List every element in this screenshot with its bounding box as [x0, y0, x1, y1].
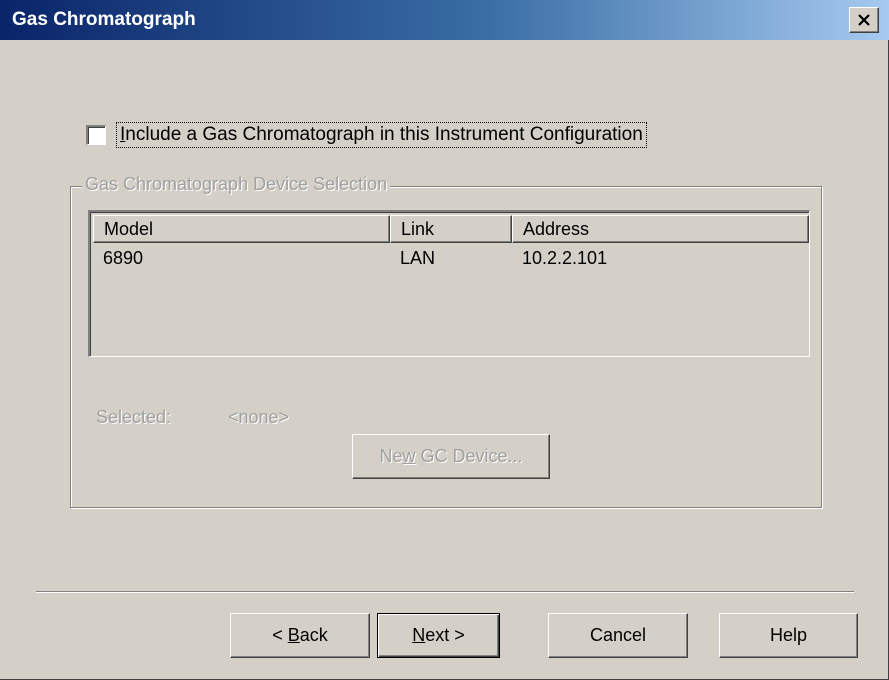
include-gc-label[interactable]: Include a Gas Chromatograph in this Inst… — [116, 122, 647, 148]
close-icon — [858, 14, 870, 26]
title-bar[interactable]: Gas Chromatograph — [0, 0, 889, 40]
window-title: Gas Chromatograph — [12, 9, 196, 30]
device-selection-legend: Gas Chromatograph Device Selection — [82, 174, 391, 195]
device-list-header: Model Link Address — [93, 215, 809, 243]
cancel-button[interactable]: Cancel — [548, 613, 688, 658]
help-button[interactable]: Help — [719, 613, 858, 658]
cell-address: 10.2.2.101 — [522, 248, 608, 268]
footer-separator — [36, 591, 854, 593]
selected-label: Selected: — [96, 407, 172, 427]
cell-link: LAN — [400, 248, 436, 268]
table-row[interactable]: 6890 LAN 10.2.2.101 — [93, 248, 809, 269]
next-button[interactable]: Next > — [377, 613, 500, 658]
cell-model: 6890 — [103, 248, 144, 268]
column-header-model[interactable]: Model — [93, 215, 390, 243]
back-button[interactable]: < Back — [230, 613, 370, 658]
device-list[interactable]: Model Link Address 6890 LAN 10.2.2.101 — [88, 210, 810, 357]
include-gc-option[interactable]: Include a Gas Chromatograph in this Inst… — [86, 120, 647, 150]
new-gc-device-button[interactable]: Ne w GC Device... — [352, 434, 550, 479]
include-gc-checkbox[interactable] — [86, 125, 106, 145]
column-header-link[interactable]: Link — [390, 215, 512, 243]
selected-value: <none> — [228, 407, 290, 427]
close-button[interactable] — [849, 7, 879, 33]
dialog-window: Gas Chromatograph Include a Gas Chromato… — [0, 0, 889, 680]
column-header-address[interactable]: Address — [512, 215, 809, 243]
